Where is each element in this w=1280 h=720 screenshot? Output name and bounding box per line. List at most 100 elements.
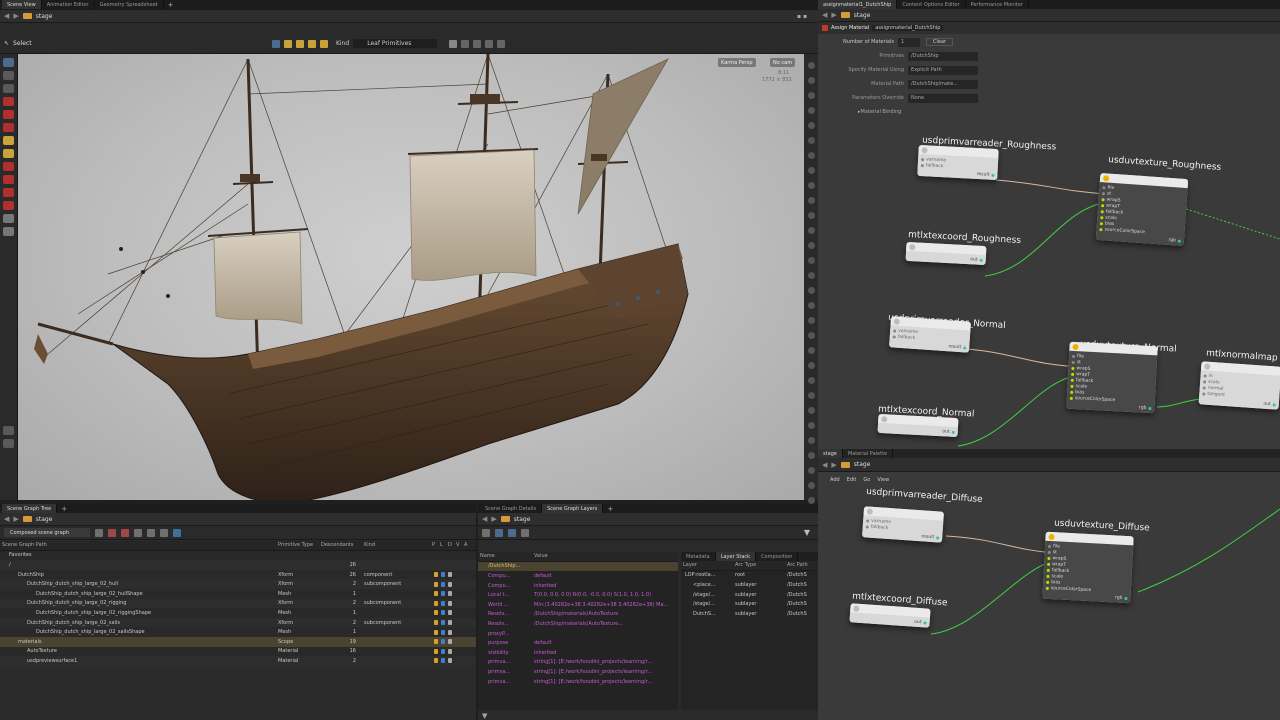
col-v[interactable]: V (454, 542, 462, 548)
display-option-icon[interactable] (807, 332, 815, 339)
col-value[interactable]: Value (532, 553, 672, 559)
row-flag-icon[interactable] (441, 610, 445, 616)
row-flag-icon[interactable] (434, 629, 438, 635)
col-d[interactable]: D (446, 542, 454, 548)
input-port-icon[interactable] (1203, 373, 1207, 378)
display-option-icon[interactable] (807, 362, 815, 369)
col-arc-type[interactable]: Arc Type (733, 562, 785, 568)
input-port-icon[interactable] (921, 157, 925, 161)
table-row[interactable]: materials Scope 19 (0, 636, 476, 647)
translate-tool-icon[interactable] (3, 97, 14, 106)
input-port-icon[interactable] (1099, 227, 1103, 231)
row-flag-icon[interactable] (441, 591, 445, 597)
col-kind[interactable]: Kind (362, 542, 430, 548)
table-row[interactable]: purpose default (478, 638, 678, 648)
table-row[interactable]: / 26 (0, 560, 476, 570)
col-name[interactable]: Name (478, 553, 532, 559)
tab-scene-graph-details[interactable]: Scene Graph Details (480, 504, 543, 513)
back-arrow-icon[interactable]: ◀ (4, 515, 9, 523)
grid-tool-icon[interactable] (3, 426, 14, 435)
input-port-icon[interactable] (865, 524, 869, 529)
output-port-icon[interactable] (1124, 596, 1128, 600)
input-port-icon[interactable] (1070, 378, 1074, 382)
tab-geometry-spreadsheet[interactable]: Geometry Spreadsheet (95, 0, 164, 9)
viewport-menu-icon[interactable]: ▪ ▪ (797, 13, 807, 20)
table-row[interactable]: Resolv... /DutchShip/materials/AutoTextur… (478, 619, 678, 629)
display-option-icon[interactable] (807, 212, 815, 219)
display-option-icon[interactable] (807, 422, 815, 429)
network-node[interactable]: file st wrapS wrapT fallback scale bias sourceC… (1066, 341, 1158, 414)
display-option-icon[interactable] (807, 437, 815, 444)
back-arrow-icon[interactable]: ◀ (482, 515, 487, 523)
table-row[interactable]: AutoTexture Material 16 (0, 646, 476, 657)
magnet-icon[interactable] (473, 39, 482, 48)
pose-tool-icon[interactable] (3, 149, 14, 158)
select-lasso-icon[interactable] (296, 39, 304, 48)
input-port-icon[interactable] (1202, 385, 1206, 390)
row-flag-icon[interactable] (434, 600, 438, 606)
details-path[interactable]: stage (514, 516, 531, 523)
handle-tool-icon[interactable] (3, 136, 14, 145)
row-flag-icon[interactable] (448, 600, 452, 606)
box-select-icon[interactable] (449, 39, 458, 48)
collapse-icon[interactable] (95, 528, 103, 537)
input-port-icon[interactable] (1047, 562, 1051, 566)
camera-button[interactable]: Karma Persp (718, 58, 756, 67)
view-columns-icon[interactable] (495, 528, 503, 537)
magnet-tool-icon[interactable] (3, 201, 14, 210)
row-flag-icon[interactable] (441, 620, 445, 626)
render-region-icon[interactable] (3, 227, 14, 236)
display-option-icon[interactable] (807, 197, 815, 204)
display-option-icon[interactable] (807, 92, 815, 99)
input-port-icon[interactable] (866, 518, 870, 523)
row-flag-icon[interactable] (441, 572, 445, 578)
table-row[interactable]: Compu... inherited (478, 581, 678, 591)
table-row[interactable]: proxyP... (478, 629, 678, 639)
col-p[interactable]: P (430, 542, 438, 548)
search-icon[interactable] (160, 528, 168, 537)
table-row[interactable]: Resolv... /DutchShip/materials/AutoTextur… (478, 610, 678, 620)
table-row[interactable]: Favorites (0, 550, 476, 561)
input-port-icon[interactable] (1070, 390, 1074, 394)
table-row[interactable]: Local t... T(0.0, 0.0, 0.0) R(0.0, -0.0, … (478, 590, 678, 600)
row-flag-icon[interactable] (434, 610, 438, 616)
display-option-icon[interactable] (807, 137, 815, 144)
row-flag-icon[interactable] (448, 591, 452, 597)
handle-icon[interactable] (497, 39, 506, 48)
select-mode-icon[interactable] (272, 39, 280, 48)
table-row[interactable]: visibility inherited (478, 648, 678, 658)
output-port-icon[interactable] (963, 345, 967, 350)
bottom-filter-icon[interactable]: ▼ (482, 712, 487, 720)
scene-mode-dropdown[interactable]: Composed scene graph (4, 528, 90, 537)
row-flag-icon[interactable] (448, 581, 452, 587)
display-option-icon[interactable] (807, 497, 815, 504)
filter-icon[interactable] (108, 528, 116, 537)
col-a[interactable]: A (462, 542, 470, 548)
table-row[interactable]: DutchShip_dutch_ship_large_02_riggingSha… (0, 608, 476, 618)
col-type[interactable]: Primitive Type (276, 542, 319, 548)
display-option-icon[interactable] (807, 182, 815, 189)
display-option-icon[interactable] (807, 317, 815, 324)
select-brush-icon[interactable] (308, 39, 316, 48)
back-arrow-icon[interactable]: ◀ (4, 12, 9, 20)
camera-tool-icon[interactable] (3, 175, 14, 184)
table-row[interactable]: DutchShip_dutch_ship_large_02_sailsShape… (0, 627, 476, 637)
table-row[interactable]: /stage/... sublayer/DutchS (681, 590, 818, 600)
kind-dropdown[interactable]: Leaf Primitives (353, 39, 438, 48)
col-l[interactable]: L (438, 542, 446, 548)
input-port-icon[interactable] (1071, 366, 1075, 370)
display-option-icon[interactable] (807, 287, 815, 294)
output-port-icon[interactable] (991, 173, 995, 177)
move-tool-icon[interactable] (3, 71, 14, 80)
row-flag-icon[interactable] (448, 610, 452, 616)
output-port-icon[interactable] (979, 258, 983, 262)
tab-layer-stack[interactable]: Layer Stack (715, 552, 757, 561)
tab-scene-graph-layers[interactable]: Scene Graph Layers (542, 504, 604, 513)
row-flag-icon[interactable] (434, 591, 438, 597)
add-tab-icon[interactable]: + (607, 505, 613, 513)
tab-composition[interactable]: Composition (756, 552, 799, 561)
display-option-icon[interactable] (807, 272, 815, 279)
table-row[interactable]: DutchShip_dutch_ship_large_02_hull Xform 2… (0, 579, 476, 589)
select-arrow-icon[interactable]: ↖ (4, 40, 9, 47)
col-arc-path[interactable]: Arc Path (785, 562, 815, 568)
